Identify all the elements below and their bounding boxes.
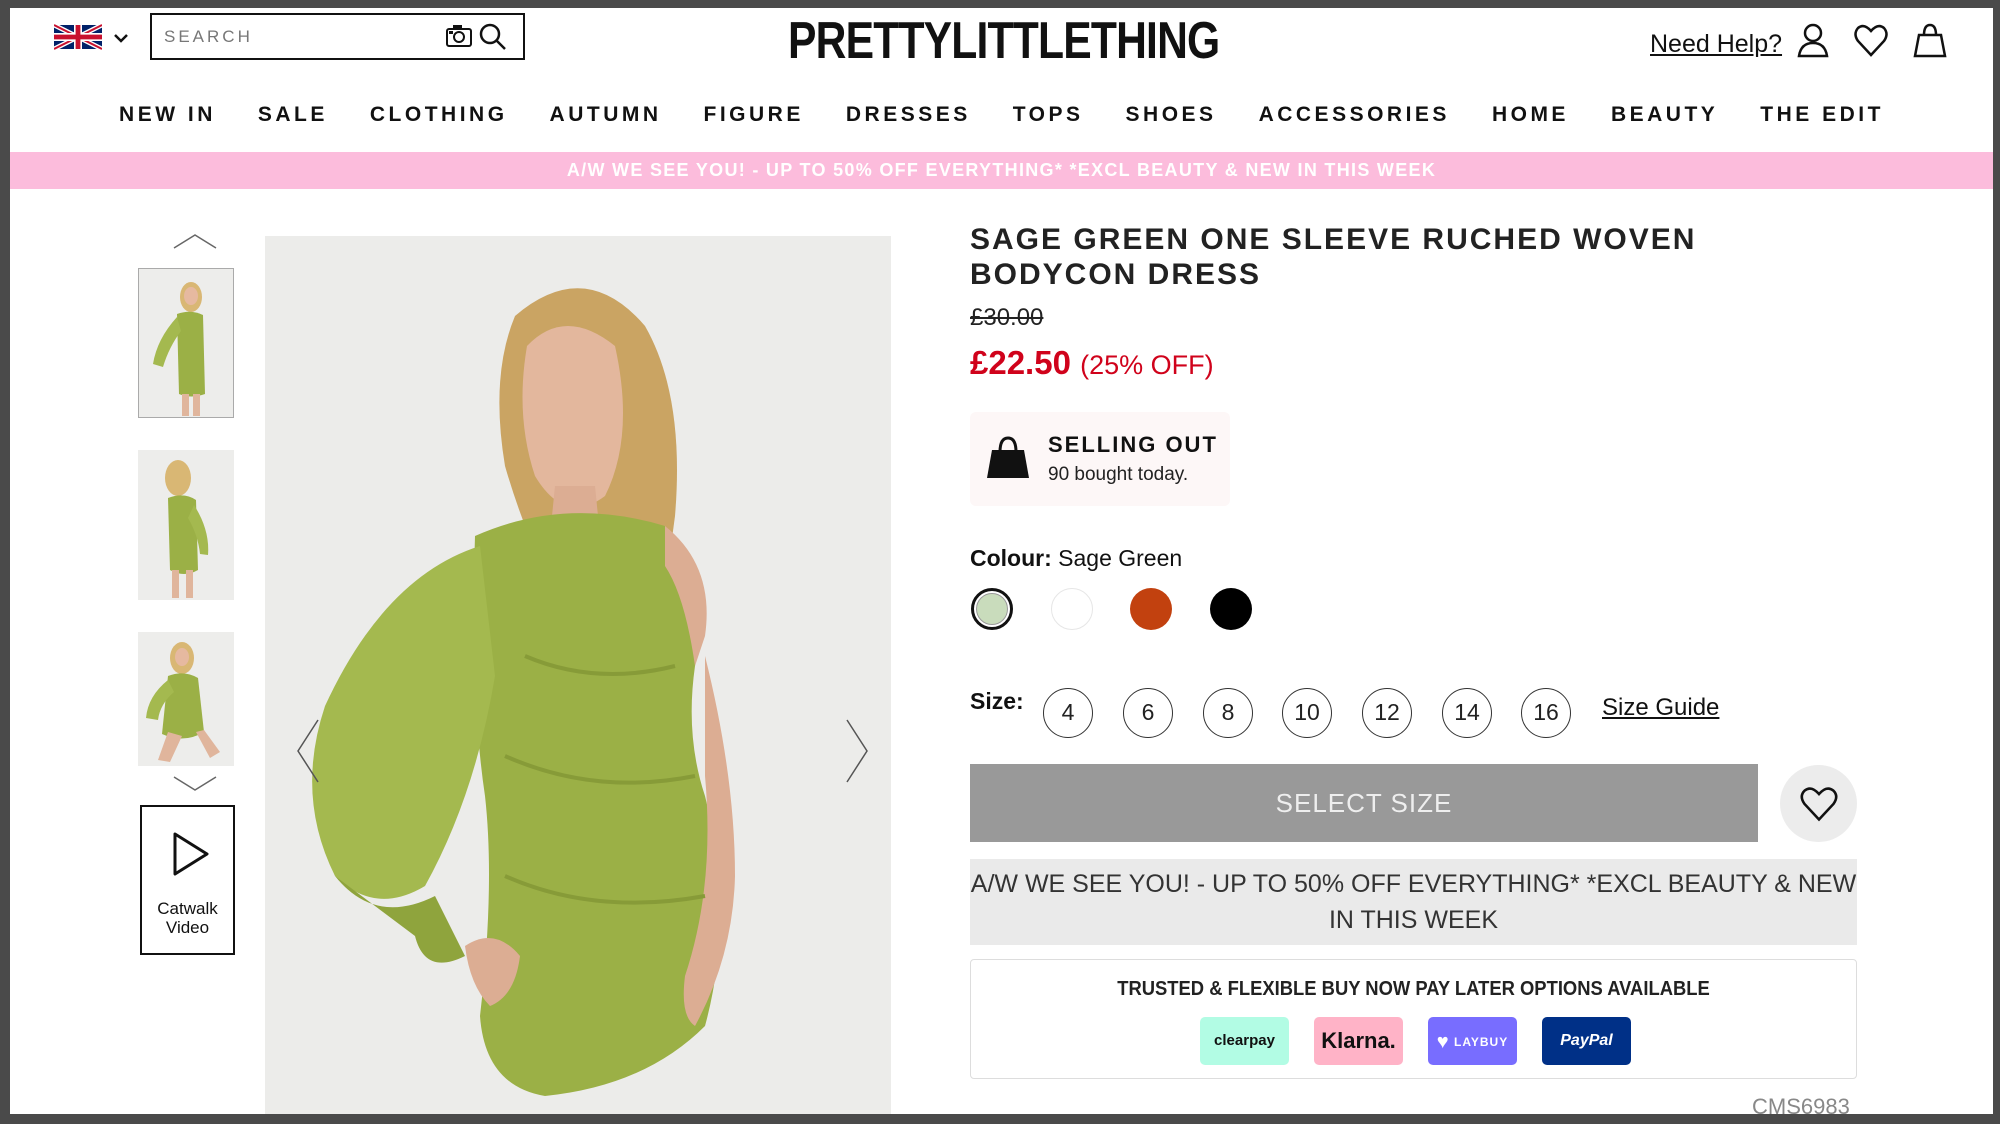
size-option-4[interactable]: 4 bbox=[1043, 688, 1093, 738]
size-option-12[interactable]: 12 bbox=[1362, 688, 1412, 738]
bag-icon[interactable] bbox=[1912, 22, 1948, 60]
next-image-arrow[interactable] bbox=[843, 716, 873, 786]
nav-item-sale[interactable]: SALE bbox=[237, 103, 349, 127]
catwalk-label: Catwalk Video bbox=[157, 899, 218, 937]
promo-message: A/W WE SEE YOU! - UP TO 50% OFF EVERYTHI… bbox=[970, 859, 1857, 945]
colour-swatch-sage-green[interactable] bbox=[971, 588, 1013, 630]
nav-item-beauty[interactable]: BEAUTY bbox=[1590, 103, 1739, 127]
colour-swatch-black[interactable] bbox=[1210, 588, 1252, 630]
size-option-10[interactable]: 10 bbox=[1282, 688, 1332, 738]
previous-image-arrow[interactable] bbox=[292, 716, 322, 786]
selling-out-badge: SELLING OUT 90 bought today. bbox=[970, 412, 1230, 506]
nav-item-the-edit[interactable]: THE EDIT bbox=[1739, 103, 1905, 127]
need-help-link[interactable]: Need Help? bbox=[1650, 30, 1782, 59]
heart-icon[interactable] bbox=[1853, 22, 1889, 60]
selling-out-title: SELLING OUT bbox=[1048, 432, 1218, 457]
uk-flag-icon[interactable] bbox=[54, 24, 102, 50]
klarna-logo[interactable]: Klarna. bbox=[1314, 1017, 1403, 1065]
size-label: Size: bbox=[970, 688, 1024, 714]
chevron-down-icon[interactable] bbox=[114, 33, 128, 45]
colour-value: Sage Green bbox=[1058, 545, 1183, 571]
bnpl-title: TRUSTED & FLEXIBLE BUY NOW PAY LATER OPT… bbox=[1117, 978, 1710, 1000]
logo[interactable]: PRETTYLITTLETHING bbox=[788, 11, 1220, 71]
promo-banner[interactable]: A/W WE SEE YOU! - UP TO 50% OFF EVERYTHI… bbox=[10, 152, 1993, 189]
select-size-button[interactable]: SELECT SIZE bbox=[970, 764, 1758, 842]
size-option-8[interactable]: 8 bbox=[1203, 688, 1253, 738]
clearpay-logo[interactable]: clearpay bbox=[1200, 1017, 1289, 1065]
nav-item-shoes[interactable]: SHOES bbox=[1105, 103, 1238, 127]
camera-icon[interactable] bbox=[445, 23, 473, 49]
nav-item-figure[interactable]: FIGURE bbox=[683, 103, 825, 127]
chevron-down-icon[interactable] bbox=[170, 773, 220, 795]
chevron-up-icon[interactable] bbox=[170, 230, 220, 252]
colour-label: Colour: bbox=[970, 545, 1052, 571]
colour-row: Colour: Sage Green bbox=[970, 545, 1182, 572]
laybuy-heart-icon: ♥ bbox=[1436, 1030, 1450, 1053]
laybuy-label: LAYBUY bbox=[1453, 1034, 1509, 1049]
laybuy-logo[interactable]: ♥ LAYBUY bbox=[1428, 1017, 1517, 1065]
search-input[interactable] bbox=[164, 15, 414, 58]
account-icon[interactable] bbox=[1795, 22, 1831, 60]
thumbnail-1[interactable] bbox=[138, 268, 234, 418]
nav-item-autumn[interactable]: AUTUMN bbox=[529, 103, 683, 127]
product-title: SAGE GREEN ONE SLEEVE RUCHED WOVEN BODYC… bbox=[970, 223, 1697, 291]
size-option-6[interactable]: 6 bbox=[1123, 688, 1173, 738]
product-main-image[interactable] bbox=[265, 236, 891, 1114]
nav-item-home[interactable]: HOME bbox=[1471, 103, 1590, 127]
paypal-logo[interactable]: PayPal bbox=[1542, 1017, 1631, 1065]
shopping-bag-icon bbox=[987, 436, 1029, 478]
search-box bbox=[150, 13, 525, 60]
size-guide-link[interactable]: Size Guide bbox=[1602, 694, 1719, 722]
colour-swatch-rust[interactable] bbox=[1130, 588, 1172, 630]
size-option-14[interactable]: 14 bbox=[1442, 688, 1492, 738]
size-option-16[interactable]: 16 bbox=[1521, 688, 1571, 738]
bnpl-panel: TRUSTED & FLEXIBLE BUY NOW PAY LATER OPT… bbox=[970, 959, 1857, 1079]
cms-code: CMS6983 bbox=[1752, 1094, 1850, 1114]
catwalk-video-button[interactable]: Catwalk Video bbox=[140, 805, 235, 955]
nav-item-accessories[interactable]: ACCESSORIES bbox=[1238, 103, 1471, 127]
nav-item-tops[interactable]: TOPS bbox=[992, 103, 1105, 127]
heart-icon bbox=[1800, 787, 1838, 822]
nav-item-clothing[interactable]: CLOTHING bbox=[349, 103, 529, 127]
page: PRETTYLITTLETHING Need Help? NEW IN SALE… bbox=[10, 8, 1993, 1114]
original-price: £30.00 bbox=[970, 304, 1044, 331]
thumbnail-3[interactable] bbox=[138, 632, 234, 766]
add-to-wishlist-button[interactable] bbox=[1780, 765, 1857, 842]
selling-out-subtitle: 90 bought today. bbox=[1048, 464, 1189, 485]
sale-price: £22.50 (25% OFF) bbox=[970, 344, 1214, 382]
discount-label: (25% OFF) bbox=[1080, 350, 1214, 380]
sale-price-value: £22.50 bbox=[970, 344, 1071, 381]
thumbnail-2[interactable] bbox=[138, 450, 234, 600]
main-nav: NEW IN SALE CLOTHING AUTUMN FIGURE DRESS… bbox=[10, 103, 1993, 127]
play-icon bbox=[173, 832, 209, 876]
search-icon[interactable] bbox=[478, 22, 508, 52]
nav-item-dresses[interactable]: DRESSES bbox=[825, 103, 992, 127]
nav-item-new-in[interactable]: NEW IN bbox=[98, 103, 237, 127]
colour-swatch-white[interactable] bbox=[1051, 588, 1093, 630]
